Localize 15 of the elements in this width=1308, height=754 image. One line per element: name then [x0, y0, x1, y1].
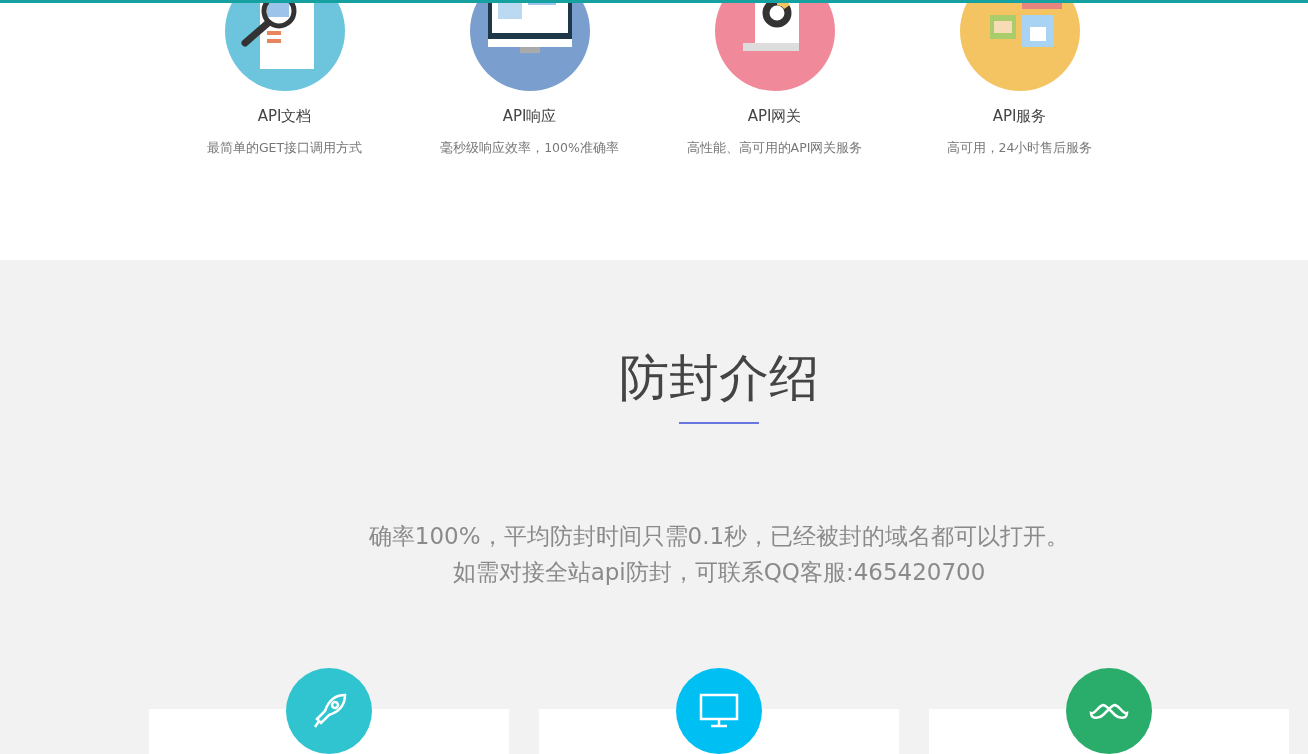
section-title: 防封介绍: [619, 348, 819, 408]
feature-description: 高可用，24小时售后服务: [946, 140, 1093, 157]
report-chart-drawing: [742, 3, 799, 51]
mustache-icon: [1089, 703, 1129, 719]
feature-description: 最简单的GET接口调用方式: [206, 140, 363, 157]
feature-description: 毫秒级响应效率，100%准确率: [440, 140, 619, 157]
intro-text: 确率100%，平均防封时间只需0.1秒，已经被封的域名都可以打开。: [368, 522, 1070, 550]
rocket-icon: [313, 693, 347, 728]
feature-description: 高性能、高可用的API网关服务: [686, 140, 863, 157]
intro-text: 如需对接全站api防封，可联系QQ客服:465420700: [452, 558, 986, 586]
feature-title: API服务: [992, 107, 1047, 126]
monitor-icon: [699, 693, 739, 728]
feature-title: API文档: [257, 107, 312, 126]
feature-title: API网关: [747, 107, 802, 126]
feature-title: API响应: [502, 107, 557, 126]
